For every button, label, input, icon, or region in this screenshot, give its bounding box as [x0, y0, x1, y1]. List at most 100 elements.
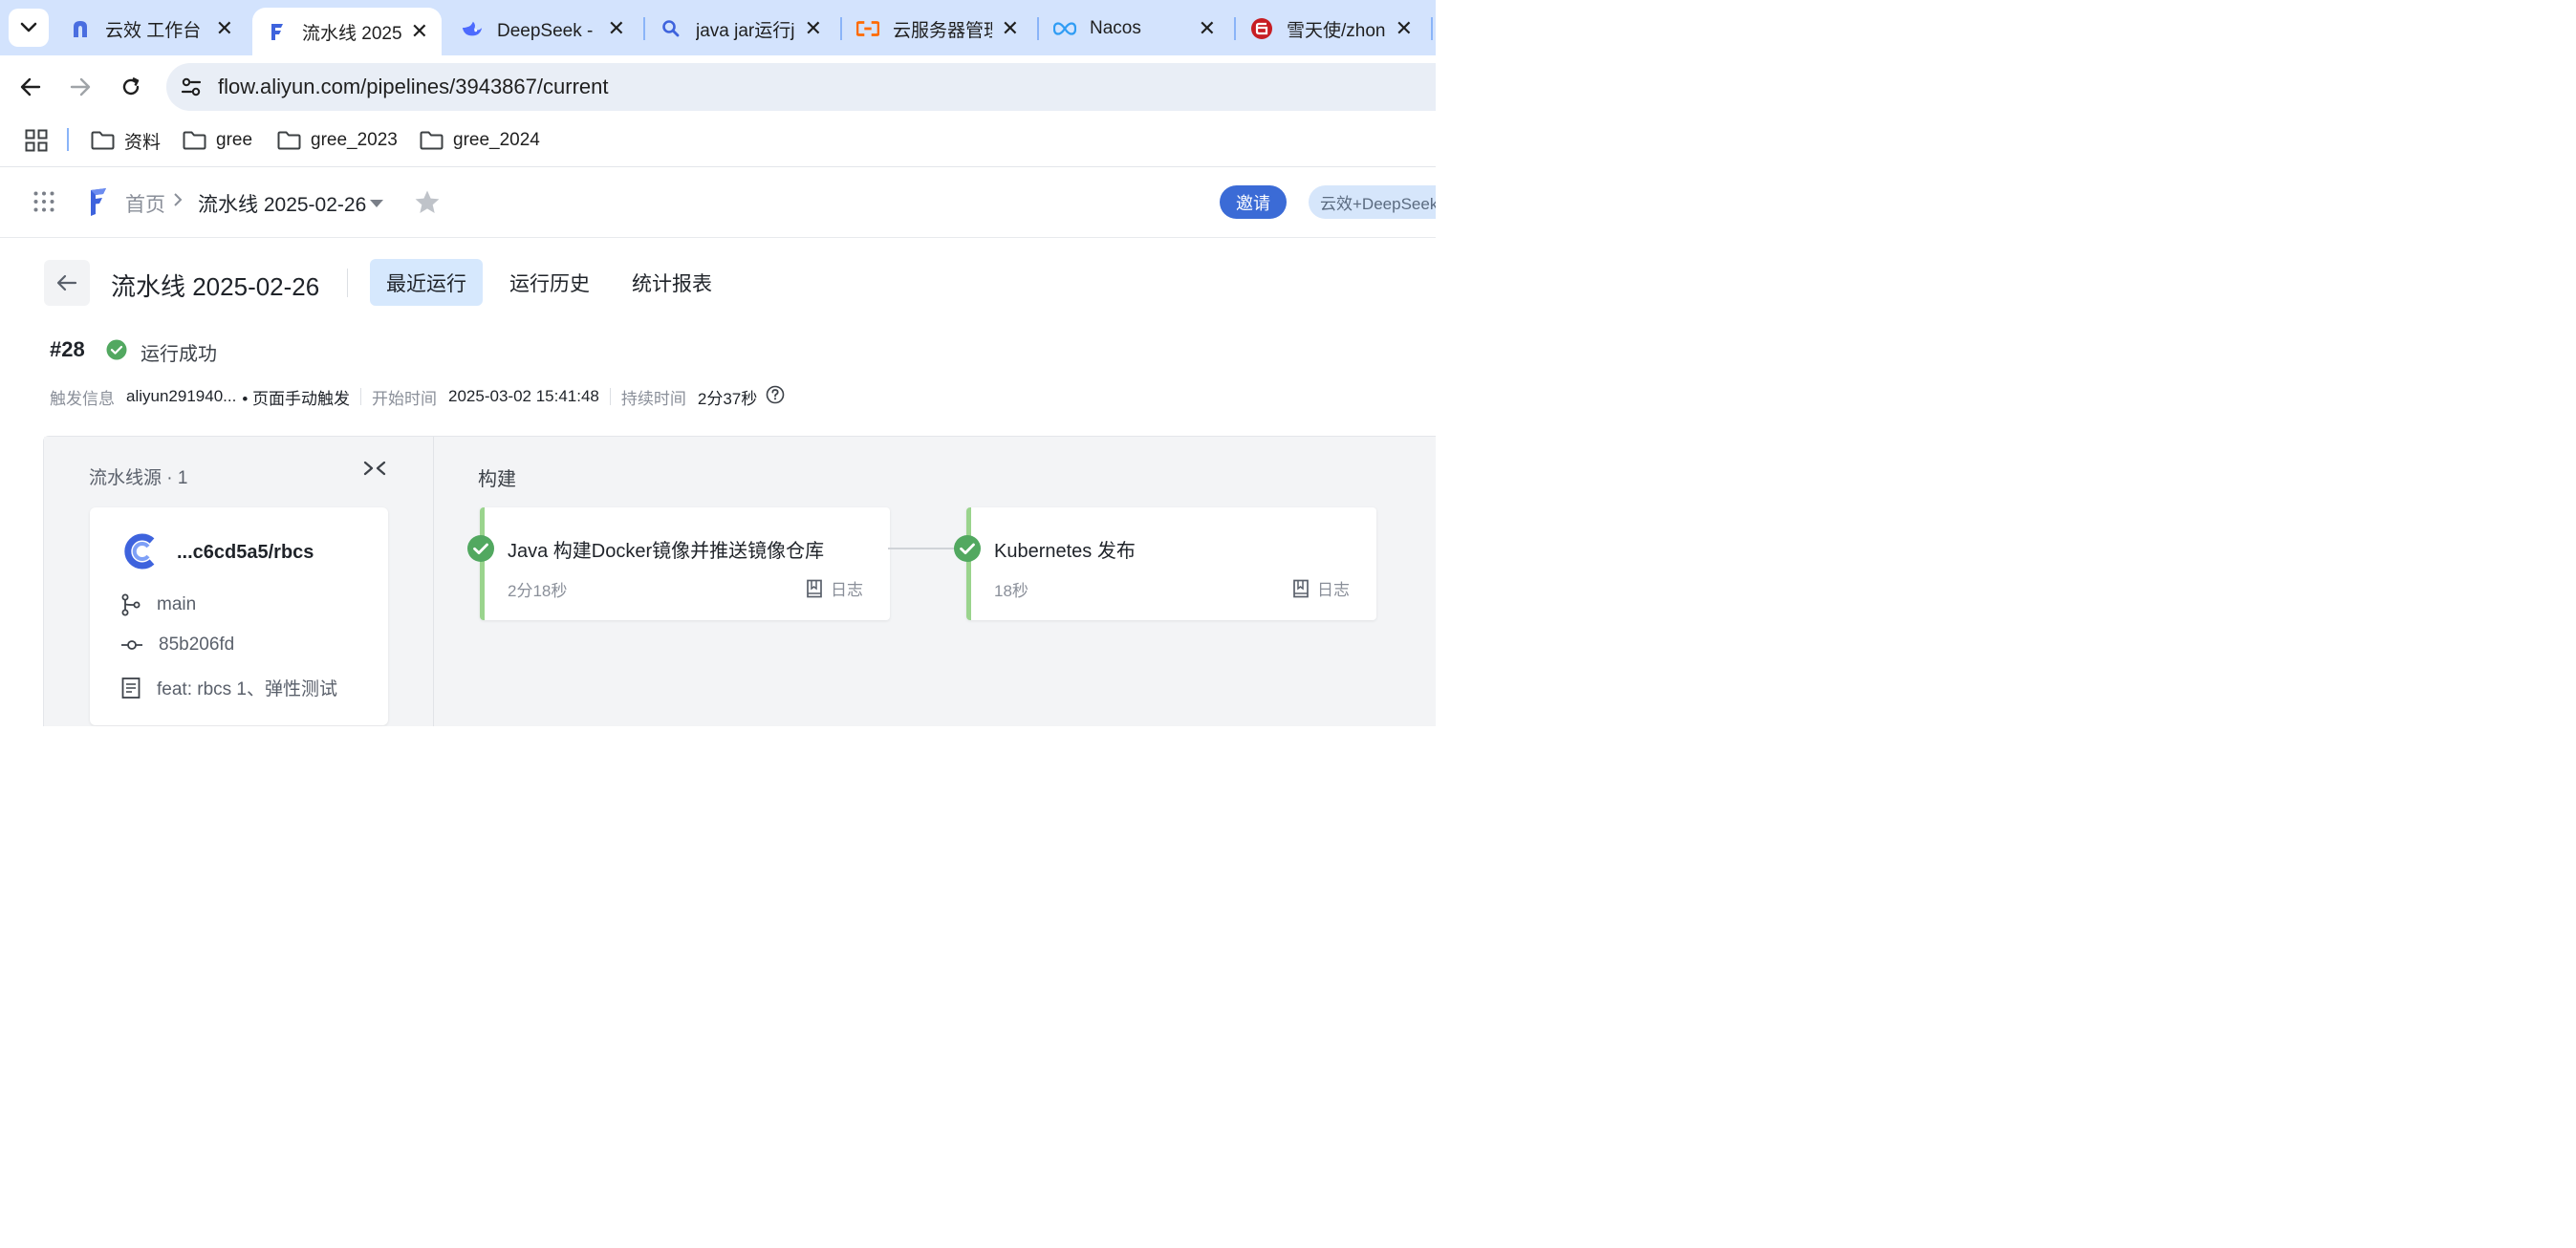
tab-yunxiao[interactable]: 云效 工作台 ✕ [55, 8, 247, 50]
tab-pipeline[interactable]: 流水线 2025-02-26 ✕ [252, 8, 442, 55]
tab-latest-run[interactable]: 最近运行 [370, 259, 483, 306]
close-icon[interactable]: ✕ [608, 18, 625, 39]
job-duration: 2分18秒 [508, 582, 568, 600]
job-name[interactable]: Kubernetes 发布 [994, 535, 1136, 563]
tab-strip: 云效 工作台 ✕ 流水线 2025-02-26 ✕ DeepSeek - 探索未… [0, 0, 1436, 55]
bookmark-label: 资料 [124, 132, 162, 153]
forward-button[interactable] [64, 71, 97, 103]
tab-gitee[interactable]: 雪天使/zhongtai ✕ [1237, 8, 1426, 50]
tab-divider [1234, 17, 1236, 40]
site-info-button[interactable] [176, 72, 206, 102]
branch-name: main [157, 594, 197, 614]
tab-divider [1431, 17, 1433, 40]
reload-button[interactable] [115, 71, 147, 103]
tab-title: 云服务器管理控制台 [893, 20, 992, 41]
tab-divider [643, 17, 645, 40]
tab-statistics[interactable]: 统计报表 [616, 259, 728, 306]
star-icon[interactable] [414, 189, 441, 220]
close-icon[interactable]: ✕ [1396, 18, 1413, 39]
chevron-down-icon [20, 22, 37, 32]
breadcrumb-home[interactable]: 首页 [125, 189, 165, 218]
tune-icon [181, 77, 202, 97]
page-back-button[interactable] [44, 260, 90, 306]
job-duration: 18秒 [994, 582, 1028, 600]
success-check-icon [953, 534, 982, 568]
commit-message: feat: rbcs 1、弹性测试 [157, 679, 337, 699]
success-check-icon [466, 534, 495, 568]
bookmark-label: gree_2023 [311, 130, 398, 150]
close-icon[interactable]: ✕ [1002, 18, 1019, 39]
job-log-link[interactable]: 日志 [806, 576, 863, 600]
back-button[interactable] [14, 71, 47, 103]
job-log-label: 日志 [1317, 581, 1350, 599]
bookmarks-bar: 资料 gree gree_2023 gree_2024 [0, 118, 1436, 167]
codeup-logo-icon [122, 532, 161, 575]
tab-run-history[interactable]: 运行历史 [493, 259, 606, 306]
reload-icon [122, 76, 140, 96]
bookmark-folder-ziliao[interactable]: 资料 [91, 126, 161, 155]
tab-search-button[interactable] [9, 9, 49, 47]
tab-java-search[interactable]: java jar运行jar包 ✕ [646, 8, 835, 50]
trigger-label: 触发信息 [50, 389, 115, 408]
apps-grid-icon[interactable] [25, 129, 48, 157]
address-bar[interactable]: flow.aliyun.com/pipelines/3943867/curren… [166, 63, 1436, 111]
url-text[interactable]: flow.aliyun.com/pipelines/3943867/curren… [218, 75, 608, 99]
bookmark-folder-gree-2024[interactable]: gree_2024 [420, 126, 540, 155]
tab-title: java jar运行jar包 [696, 20, 795, 41]
page-title: 流水线 2025-02-26 [111, 272, 320, 301]
run-meta: 触发信息 aliyun291940... • 页面手动触发 开始时间 2025-… [50, 385, 785, 408]
pipeline-graph: 流水线源 · 1 ...c6cd5a5/rbcs main 85b206fd f… [43, 436, 1436, 726]
job-card-k8s-deploy[interactable]: Kubernetes 发布 18秒 日志 [954, 507, 1376, 620]
tab-divider [840, 17, 842, 40]
tab-deepseek[interactable]: DeepSeek - 探索未至之境 ✕ [447, 8, 639, 50]
tab-title: 雪天使/zhongtai [1287, 20, 1386, 41]
caret-down-icon[interactable] [369, 196, 384, 213]
bookmark-folder-gree-2023[interactable]: gree_2023 [277, 126, 398, 155]
ai-assistant-button[interactable]: 云效+DeepSeek [1309, 185, 1436, 219]
commit-hash[interactable]: 85b206fd [159, 635, 234, 656]
tab-title: 流水线 2025-02-26 [302, 23, 401, 44]
app-header: 首页 流水线 2025-02-26 邀请 云效+DeepSeek [0, 167, 1436, 238]
tab-nacos[interactable]: Nacos ✕ [1040, 8, 1229, 50]
duration: 2分37秒 [697, 389, 758, 408]
deepseek-icon [461, 17, 484, 40]
pipeline-source-column: 流水线源 · 1 ...c6cd5a5/rbcs main 85b206fd f… [44, 437, 434, 726]
close-icon[interactable]: ✕ [805, 18, 822, 39]
close-icon[interactable]: ✕ [216, 18, 233, 39]
folder-icon [420, 131, 444, 150]
close-icon[interactable]: ✕ [1199, 18, 1216, 39]
duration-label: 持续时间 [620, 389, 686, 408]
start-time-label: 开始时间 [372, 389, 438, 408]
tab-title: Nacos [1090, 18, 1141, 38]
log-book-icon [1293, 579, 1309, 597]
folder-icon [183, 131, 206, 150]
collapse-icon[interactable] [363, 460, 386, 484]
job-log-label: 日志 [831, 581, 863, 599]
help-icon[interactable] [766, 385, 785, 409]
commit-row: 85b206fd [120, 635, 234, 656]
job-name[interactable]: Java 构建Docker镜像并推送镜像仓库 [508, 535, 824, 563]
commit-message-row: feat: rbcs 1、弹性测试 [120, 675, 337, 700]
tab-aliyun-ecs[interactable]: 云服务器管理控制台 ✕ [843, 8, 1032, 50]
meta-divider [360, 388, 362, 405]
stage-title: 构建 [478, 469, 516, 490]
repo-name[interactable]: ...c6cd5a5/rbcs [177, 542, 314, 564]
trigger-mode: • 页面手动触发 [242, 389, 351, 408]
invite-button[interactable]: 邀请 [1220, 185, 1287, 219]
app-launcher-icon[interactable] [33, 191, 54, 217]
source-card[interactable]: ...c6cd5a5/rbcs main 85b206fd feat: rbcs… [90, 507, 388, 725]
flow-logo-icon[interactable] [85, 186, 110, 222]
branch-icon [121, 593, 141, 616]
meta-divider [609, 388, 611, 405]
chevron-right-icon [172, 192, 184, 212]
job-card-java-build[interactable]: Java 构建Docker镜像并推送镜像仓库 2分18秒 日志 [467, 507, 890, 620]
tab-divider [1037, 17, 1039, 40]
bookmark-folder-gree[interactable]: gree [183, 126, 252, 155]
trigger-user[interactable]: aliyun291940... [126, 387, 236, 406]
run-number: #28 [50, 337, 85, 361]
job-log-link[interactable]: 日志 [1292, 576, 1350, 600]
branch-row: main [120, 593, 196, 616]
close-icon[interactable]: ✕ [411, 21, 428, 42]
browser-toolbar: flow.aliyun.com/pipelines/3943867/curren… [0, 55, 1436, 118]
breadcrumb-current[interactable]: 流水线 2025-02-26 [198, 189, 366, 218]
